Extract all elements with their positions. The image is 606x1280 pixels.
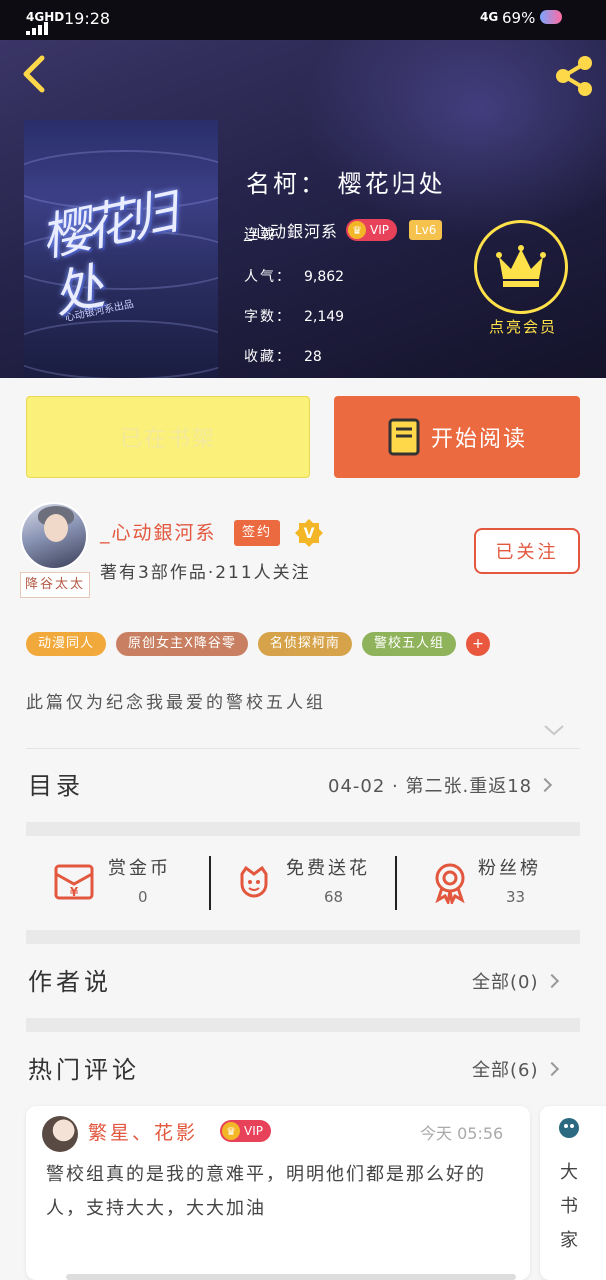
comment-card[interactable]: 大书家 xyxy=(540,1106,606,1280)
toc-latest-chapter[interactable]: 04-02 · 第二张.重返18 xyxy=(328,772,553,798)
network-type-right: 4G xyxy=(480,10,499,24)
medal-icon xyxy=(435,863,465,904)
reward-value: 68 xyxy=(324,888,344,906)
commenter-avatar[interactable] xyxy=(42,1116,78,1152)
hot-comments-title: 热门评论 xyxy=(28,1056,140,1084)
latest-chapter-label: 04-02 · 第二张.重返18 xyxy=(328,776,533,797)
section-separator xyxy=(26,1018,580,1032)
reward-value: 0 xyxy=(138,888,148,906)
section-separator xyxy=(26,822,580,836)
stat-word-count: 字数： 2,149 xyxy=(244,306,344,326)
commenter-name[interactable]: 繁星、花影 xyxy=(88,1118,198,1145)
comment-card[interactable]: 繁星、花影 ♛ VIP 今天 05:56 警校组真的是我的意难平，明明他们都是那… xyxy=(26,1106,530,1280)
red-envelope-icon: ¥ xyxy=(54,864,94,900)
stat-popularity: 人气： 9,862 xyxy=(244,266,344,286)
battery-level: 69% xyxy=(502,9,536,27)
start-reading-button[interactable]: 开始阅读 xyxy=(334,396,580,478)
hot-comments-all-button[interactable]: 全部(6) xyxy=(472,1056,559,1082)
author-summary: 著有3部作品·211人关注 xyxy=(100,563,311,583)
flower-icon xyxy=(240,865,268,898)
stat-value: 28 xyxy=(304,349,322,365)
back-button[interactable] xyxy=(16,54,52,94)
avatar-tag: 降谷太太 xyxy=(20,572,90,598)
tag-item[interactable]: 名侦探柯南 xyxy=(257,632,352,656)
crown-icon xyxy=(496,245,546,287)
book-status: 连载 xyxy=(244,227,276,243)
signed-badge: 签约 xyxy=(234,520,281,546)
member-button[interactable] xyxy=(474,220,568,314)
toc-title[interactable]: 目录 xyxy=(28,766,84,801)
section-separator xyxy=(26,930,580,944)
stat-favorites: 收藏： 28 xyxy=(244,346,322,366)
add-to-shelf-button[interactable]: 已在书架 xyxy=(26,396,310,478)
reward-label: 免费送花 xyxy=(286,858,370,879)
divider xyxy=(395,856,397,910)
svg-text:¥: ¥ xyxy=(70,885,79,899)
author-avatar[interactable] xyxy=(20,502,88,570)
status-time: 19:28 xyxy=(64,9,111,28)
author-says-all-button[interactable]: 全部(0) xyxy=(472,968,559,994)
follow-button[interactable]: 已关注 xyxy=(474,528,580,574)
tag-item[interactable]: 动漫同人 xyxy=(26,632,107,656)
share-icon xyxy=(556,56,592,96)
share-button[interactable] xyxy=(552,54,596,98)
author-name[interactable]: _心动銀河系 xyxy=(100,518,217,545)
svg-text:V: V xyxy=(304,526,315,542)
comment-text: 警校组真的是我的意难平，明明他们都是那么好的人，支持大大，大大加油 xyxy=(46,1164,486,1219)
stat-label: 字数： xyxy=(244,309,292,325)
reward-row: ¥ 赏金币 0 免费送花 68 粉丝榜 33 xyxy=(26,846,580,916)
comment-card-footer xyxy=(66,1274,516,1280)
signal-icon xyxy=(26,22,48,35)
stat-value: 9,862 xyxy=(304,269,345,285)
expand-chevron-icon[interactable] xyxy=(542,722,566,738)
chevron-right-icon xyxy=(544,1061,559,1077)
reward-value: 33 xyxy=(506,888,526,906)
tag-list: 动漫同人 原创女主X降谷零 名侦探柯南 警校五人组 + xyxy=(26,632,490,656)
divider xyxy=(26,748,580,749)
book-intro: 此篇仅为纪念我最爱的警校五人组 xyxy=(26,693,326,713)
status-bar: 4GHD 19:28 4G 69% xyxy=(0,0,606,40)
reward-flowers[interactable]: 免费送花 68 xyxy=(232,846,392,916)
crown-icon: ♛ xyxy=(348,221,367,239)
crown-icon: ♛ xyxy=(222,1122,240,1140)
comment-time: 今天 05:56 xyxy=(420,1124,504,1143)
reward-coins[interactable]: ¥ 赏金币 0 xyxy=(52,846,202,916)
vip-badge-label: VIP xyxy=(244,1124,263,1138)
notification-app-icon xyxy=(540,10,562,24)
verified-v-icon: V xyxy=(295,519,323,547)
hot-comments-all-label: 全部(6) xyxy=(472,1060,539,1081)
stat-label: 人气： xyxy=(244,269,292,285)
vip-badge: ♛ VIP xyxy=(220,1120,271,1142)
vip-badge: ♛ VIP xyxy=(346,219,397,241)
author-says-all-label: 全部(0) xyxy=(472,972,539,993)
divider xyxy=(209,856,211,910)
chevron-left-icon xyxy=(23,55,45,93)
author-says-title: 作者说 xyxy=(28,968,112,996)
commenter-avatar[interactable] xyxy=(556,1116,582,1146)
level-badge: Lv6 xyxy=(409,220,443,240)
chevron-right-icon xyxy=(538,777,553,793)
chevron-right-icon xyxy=(544,973,559,989)
book-title: 名柯： 樱花归处 xyxy=(246,170,446,198)
reward-label: 粉丝榜 xyxy=(478,858,541,879)
stat-value: 2,149 xyxy=(304,309,345,325)
more-tags-button[interactable]: + xyxy=(465,632,490,656)
book-header: 樱花归处 心动银河系出品 名柯： 樱花归处 _心动銀河系 ♛ VIP Lv6 连… xyxy=(0,40,606,378)
reward-fan-ranking[interactable]: 粉丝榜 33 xyxy=(428,846,578,916)
comment-text: 大书家 xyxy=(560,1162,578,1251)
stat-label: 收藏： xyxy=(244,349,292,365)
vip-badge-label: VIP xyxy=(370,223,389,237)
tag-item[interactable]: 原创女主X降谷零 xyxy=(116,632,248,656)
book-cover[interactable]: 樱花归处 心动银河系出品 xyxy=(24,120,218,378)
book-icon xyxy=(388,418,420,456)
reward-label: 赏金币 xyxy=(108,858,171,879)
start-reading-label: 开始阅读 xyxy=(430,427,527,452)
tag-item[interactable]: 警校五人组 xyxy=(361,632,456,656)
member-label: 点亮会员 xyxy=(488,318,557,336)
